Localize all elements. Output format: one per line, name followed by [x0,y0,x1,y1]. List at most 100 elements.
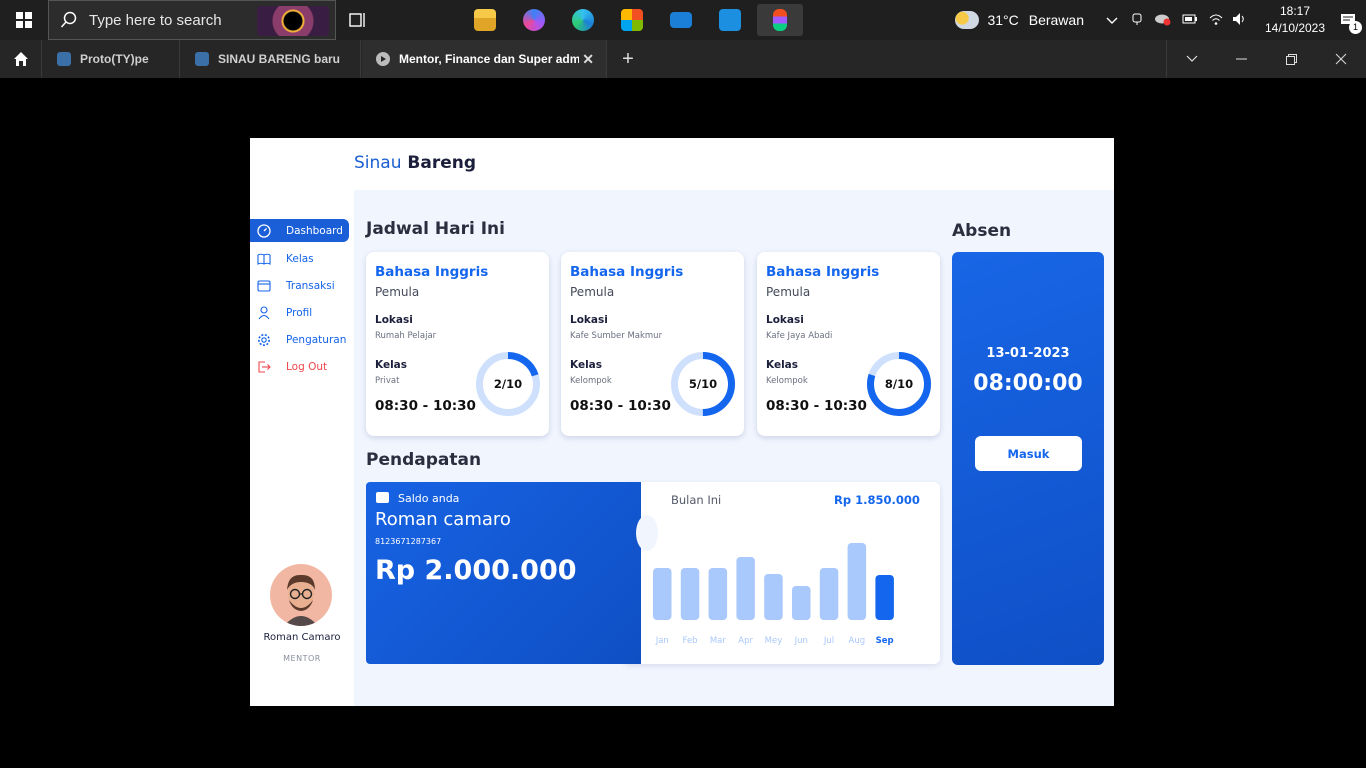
close-window-button[interactable] [1316,40,1366,78]
taskbar: Type here to search 31°C Berawan 18:17 1… [0,0,1366,40]
schedule-card[interactable]: Bahasa Inggris Pemula Lokasi Kafe Sumber… [561,252,744,436]
sidebar: Dashboard Kelas Transaksi Profil Pengatu… [250,190,354,706]
user-name: Roman Camaro [263,632,341,643]
tick-label-jul: Jul [823,636,834,646]
check-in-button[interactable]: Masuk [975,436,1082,471]
user-role: MENTOR [283,654,321,663]
class-time: 08:30 - 10:30 [570,398,671,414]
class-value: Privat [375,376,400,386]
tab-sinau-bareng[interactable]: SINAU BARENG baru [181,40,361,78]
avatar[interactable] [270,564,332,626]
tick-label-sep: Sep [876,636,894,646]
volume-icon[interactable] [1232,12,1248,29]
balance-card: Saldo anda Roman camaro 8123671287367 Rp… [366,482,658,664]
tab-mentor-finance[interactable]: Mentor, Finance dan Super admin · ✕ [362,40,607,78]
tick-label-jun: Jun [794,636,808,646]
gauge-icon [257,223,271,238]
bar-jul [819,568,839,620]
trello-icon[interactable] [714,4,746,36]
class-value: Kelompok [766,376,808,386]
bar-aug [847,543,867,620]
location-label: Lokasi [570,314,608,326]
bar-sep [875,575,894,620]
course-level: Pemula [766,285,811,299]
meet-icon[interactable] [1130,12,1144,29]
task-view-icon[interactable] [348,10,368,30]
wallet-icon [376,492,389,503]
mail-icon[interactable] [665,4,697,36]
figma-icon[interactable] [757,4,803,36]
tick-label-mey: Mey [765,636,783,646]
tick-label-apr: Apr [738,636,753,646]
sidebar-item-dashboard[interactable]: Dashboard [250,219,349,242]
attendance-date: 13-01-2023 [986,346,1070,361]
course-level: Pemula [375,285,420,299]
clock[interactable]: 18:17 14/10/2023 [1260,3,1330,37]
chevron-down-icon[interactable] [1166,40,1216,78]
copilot-icon[interactable] [518,4,550,36]
account-number: 8123671287367 [375,537,442,546]
search-highlight-image [257,6,329,36]
location-value: Rumah Pelajar [375,331,437,341]
new-tab-button[interactable]: + [617,48,639,70]
system-tray: 31°C Berawan 18:17 14/10/2023 1 [955,0,1366,40]
bar-jun [792,586,811,620]
balance-label: Saldo anda [398,492,460,505]
clock-time: 18:17 [1279,4,1311,18]
bar-apr [736,557,755,620]
course-title: Bahasa Inggris [766,264,880,280]
attendance-title: Absen [952,221,1012,241]
sidebar-item-pengaturan[interactable]: Pengaturan [250,328,349,351]
class-label: Kelas [570,359,603,371]
wifi-icon[interactable] [1208,12,1224,29]
ticket-notch [636,515,658,551]
attendance-time: 08:00:00 [973,371,1083,396]
gear-icon [257,333,271,347]
class-value: Kelompok [570,376,612,386]
progress-label: 5/10 [688,377,718,391]
tick-label-feb: Feb [683,636,698,646]
store-icon[interactable] [616,4,648,36]
close-tab-icon[interactable]: ✕ [582,51,594,68]
user-icon [257,305,271,320]
file-explorer-icon[interactable] [469,4,501,36]
schedule-card[interactable]: Bahasa Inggris Pemula Lokasi Rumah Pelaj… [366,252,549,436]
class-label: Kelas [766,359,799,371]
course-title: Bahasa Inggris [570,264,684,280]
sidebar-item-transaksi[interactable]: Transaksi [250,274,349,297]
book-icon [257,252,271,266]
bar-mey [764,574,783,620]
sidebar-item-profil[interactable]: Profil [250,301,349,324]
sidebar-item-kelas[interactable]: Kelas [250,247,349,270]
schedule-card[interactable]: Bahasa Inggris Pemula Lokasi Kafe Jaya A… [757,252,940,436]
chevron-up-icon[interactable] [1106,12,1118,28]
monthly-income-card: Bulan Ini Rp 1.850.000 Jan Feb Mar Apr Mey Ju… [625,482,940,664]
start-button[interactable] [0,0,47,40]
monthly-bar-chart: Jan Feb Mar Apr Mey Jun Jul Aug Sep [653,543,894,646]
location-label: Lokasi [375,314,413,326]
sidebar-item-label: Transaksi [286,279,335,292]
weather-icon[interactable] [955,11,980,29]
notification-icon[interactable]: 1 [1330,0,1366,40]
brand-logo[interactable]: Sinau Bareng [354,153,476,173]
battery-icon[interactable] [1182,12,1198,28]
home-icon [13,52,28,66]
home-button[interactable] [0,40,42,78]
sidebar-item-logout[interactable]: Log Out [250,355,349,378]
tab-prototype[interactable]: Proto(TY)pe [43,40,180,78]
tick-label-mar: Mar [710,636,727,646]
windows-icon [15,12,32,28]
edge-icon[interactable] [567,4,599,36]
taskbar-search[interactable]: Type here to search [48,0,336,40]
sidebar-item-label: Kelas [286,252,314,265]
tick-label-jan: Jan [655,636,669,646]
figma-file-icon [195,52,209,66]
main-content: Jadwal Hari Ini Bahasa Inggris Pemula Lo… [354,190,1114,706]
onedrive-icon[interactable] [1154,12,1172,29]
app-header: Sinau Bareng [250,138,1114,190]
play-icon [376,52,390,66]
wallet-icon [257,279,271,293]
restore-button[interactable] [1266,40,1316,78]
bar-jan [653,568,672,620]
minimize-button[interactable] [1216,40,1266,78]
